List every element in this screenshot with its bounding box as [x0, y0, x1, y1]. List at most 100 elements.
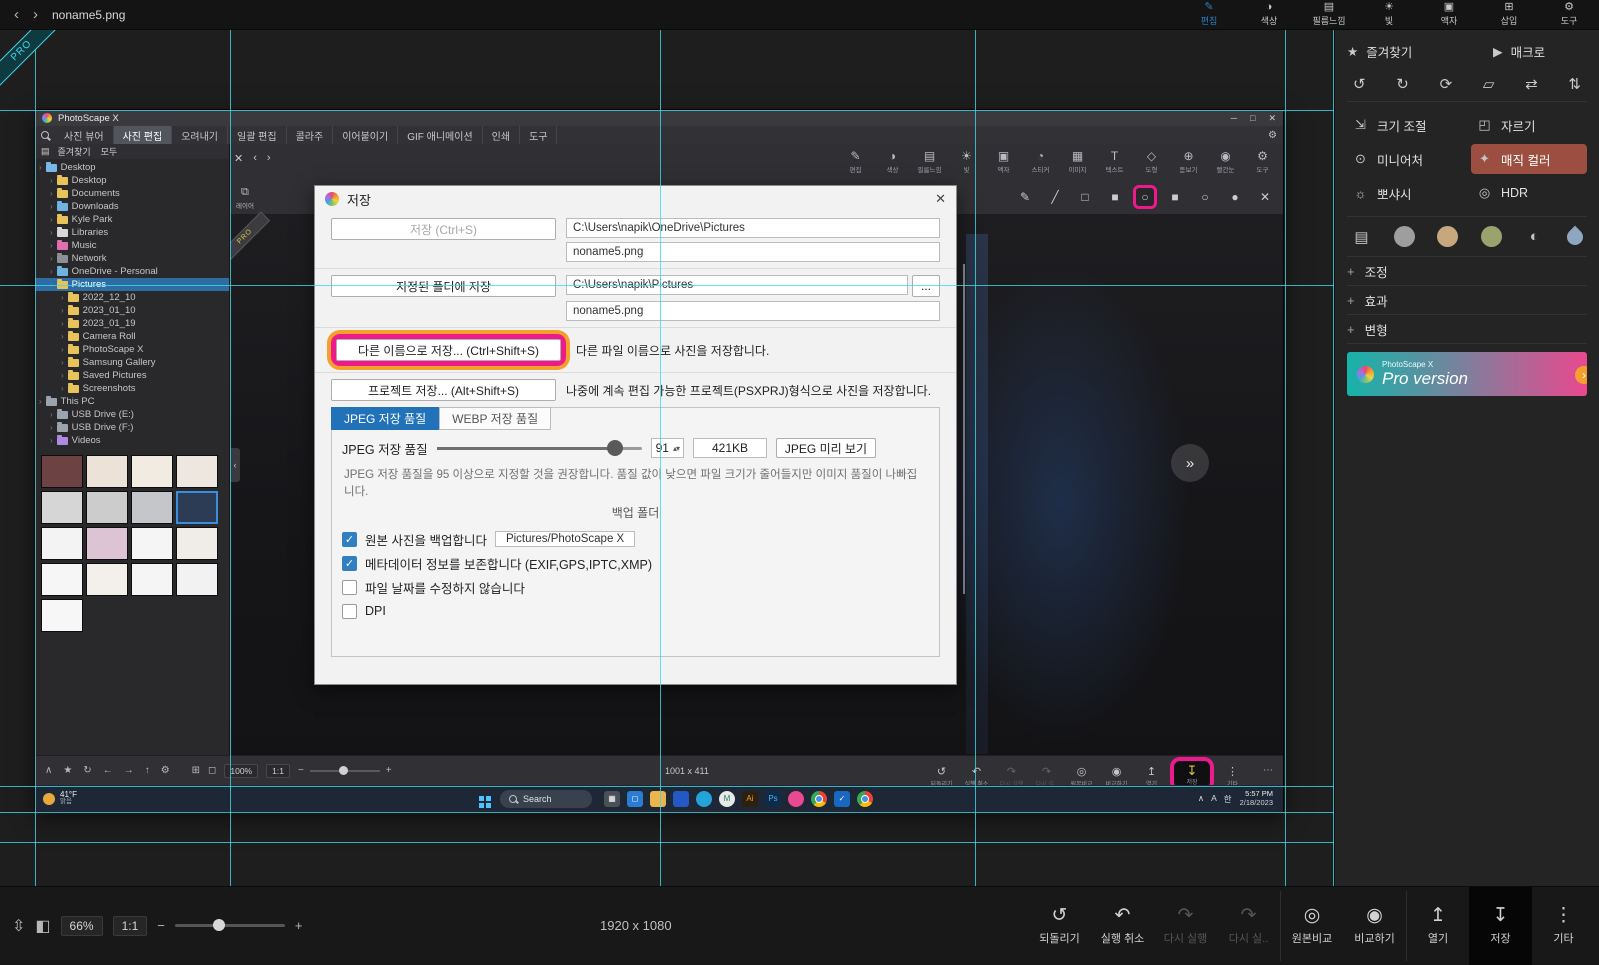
browse-button[interactable]: ... [912, 275, 940, 297]
macro-button[interactable]: ▶ 매크로 [1467, 42, 1587, 61]
bottom-action-button[interactable]: ↷ 다시 실.. [1217, 891, 1280, 961]
layers-button[interactable]: ⧉ 레이어 [236, 186, 254, 210]
expander-icon[interactable]: › [50, 423, 53, 432]
status-nav-icon[interactable]: ∧ [45, 765, 52, 776]
transform-icon[interactable]: ↺ [1353, 75, 1366, 93]
back-icon[interactable]: ‹ [14, 6, 19, 23]
guide-line-vertical[interactable] [230, 30, 231, 886]
editor-mode-tab[interactable]: ⚙ 도구 [1539, 0, 1599, 30]
shape-tool-icon[interactable]: ✕ [1253, 185, 1277, 209]
bottom-action-button[interactable]: ↶ 실행 취소 [1091, 891, 1154, 961]
gear-icon[interactable]: ⚙ [1268, 130, 1277, 141]
inner-menu-tab[interactable]: GIF 애니메이션 [398, 126, 483, 144]
save-as-button[interactable]: 다른 이름으로 저장... (Ctrl+Shift+S) [336, 339, 561, 361]
more-options-icon[interactable]: ⋯ [1263, 765, 1273, 776]
editor-mode-tab[interactable]: ▣ 액자 [1419, 0, 1479, 30]
folder-tree-item[interactable]: › Saved Pictures [35, 369, 229, 382]
inner-menu-tab[interactable]: 사진 편집 [113, 126, 173, 144]
guide-line-horizontal[interactable] [0, 110, 1334, 111]
pro-version-banner[interactable]: PhotoScape X Pro version › [1347, 352, 1587, 396]
sidebar-section-row[interactable]: + 효과 [1347, 286, 1587, 315]
photo-thumbnail[interactable] [41, 527, 83, 560]
expander-icon[interactable]: › [50, 410, 53, 419]
inner-menu-tab[interactable]: 콜라주 [287, 126, 334, 144]
zoom-slider[interactable] [174, 919, 285, 931]
filter-icon[interactable]: ◐ [1524, 226, 1545, 247]
photo-thumbnail[interactable] [131, 563, 173, 596]
expander-icon[interactable]: › [61, 306, 64, 315]
folder-tree-item[interactable]: › 2022_12_10 [35, 291, 229, 304]
taskbar-app-icon[interactable] [856, 790, 873, 807]
inner-menu-tab[interactable]: 오려내기 [172, 126, 228, 144]
checkbox[interactable] [342, 555, 357, 571]
photo-thumbnail[interactable] [86, 527, 128, 560]
nav-icon[interactable]: › [267, 152, 271, 165]
folder-tree-item[interactable]: › Downloads [35, 200, 229, 213]
split-view-icon[interactable]: ◧ [35, 916, 50, 936]
expander-icon[interactable]: › [50, 189, 53, 198]
expander-icon[interactable]: › [50, 228, 53, 237]
jpeg-quality-slider[interactable] [436, 439, 642, 456]
edit-tool-button[interactable]: ☀ 빛 [948, 150, 985, 175]
photo-thumbnail[interactable] [86, 455, 128, 488]
taskbar-weather-widget[interactable]: 41°F 맑음 [35, 791, 77, 806]
taskbar-app-icon[interactable]: ◻ [626, 790, 643, 807]
zoom-out-icon[interactable]: − [298, 765, 304, 776]
editor-mode-tab[interactable]: ▤ 필름느낌 [1299, 0, 1359, 30]
save-to-folder-button[interactable]: 지정된 폴더에 저장 [331, 275, 556, 297]
expander-icon[interactable]: › [61, 371, 64, 380]
bottom-action-button[interactable]: ◎ 원본비교 [1280, 890, 1343, 961]
editor-mode-tab[interactable]: ✎ 편집 [1179, 0, 1239, 30]
shape-tool-icon[interactable]: □ [1073, 185, 1097, 209]
edited-screenshot-image[interactable]: PhotoScape X ─ □ ✕ 사진 뷰어 사진 편집 오려내기 일괄 편집 콜라주 이… [35, 110, 1283, 812]
folder-tree-item[interactable]: › Music [35, 239, 229, 252]
inner-menu-tab[interactable]: 일괄 편집 [228, 126, 287, 144]
chevron-right-icon[interactable]: › [1575, 366, 1587, 384]
zoom-in-icon[interactable]: + [386, 765, 392, 776]
folder-tree-item[interactable]: › 2023_01_10 [35, 304, 229, 317]
photo-thumbnail[interactable] [131, 455, 173, 488]
guide-line-horizontal[interactable] [0, 842, 1334, 843]
zoom-out-icon[interactable]: − [157, 918, 165, 933]
photo-thumbnail[interactable] [131, 527, 173, 560]
taskbar-app-icon[interactable]: ▦ [603, 790, 620, 807]
sidebar-tool-button[interactable]: ◎ HDR [1471, 178, 1587, 208]
nav-icon[interactable]: ‹ [253, 152, 257, 165]
photo-thumbnail[interactable] [86, 491, 128, 524]
shape-tool-icon[interactable]: ○ [1193, 185, 1217, 209]
shape-tool-icon[interactable]: ■ [1163, 185, 1187, 209]
shape-tool-icon[interactable]: ○ [1133, 185, 1157, 209]
edit-tool-button[interactable]: ◔ 스티커 [1022, 150, 1059, 175]
window-control-icon[interactable]: ─ [1231, 113, 1237, 124]
folder-tree-item[interactable]: › Kyle Park [35, 213, 229, 226]
photo-thumbnail[interactable] [176, 455, 218, 488]
expander-icon[interactable]: › [61, 345, 64, 354]
edit-tool-button[interactable]: ◑ 색상 [874, 150, 911, 175]
taskbar-app-icon[interactable]: M [718, 790, 735, 807]
tray-icon[interactable]: 한 [1224, 793, 1232, 805]
editor-canvas[interactable]: PRO PhotoScape X ─ □ ✕ 사진 뷰어 사진 편집 오려내기 일괄 편집… [0, 30, 1334, 886]
expander-icon[interactable]: › [39, 163, 42, 172]
sidebar-section-row[interactable]: + 변형 [1347, 315, 1587, 344]
shape-tool-icon[interactable]: ● [1223, 185, 1247, 209]
guide-line-horizontal[interactable] [0, 786, 1334, 787]
favorites-button[interactable]: ★ 즐겨찾기 [1347, 42, 1467, 61]
folder-tree-item[interactable]: › Samsung Gallery [35, 356, 229, 369]
bottom-action-button[interactable]: ↷ 다시 실행 [1154, 891, 1217, 961]
photo-thumbnail[interactable] [131, 491, 173, 524]
dialog-checkbox-row[interactable]: DPI [342, 599, 929, 623]
filter-icon[interactable] [1480, 226, 1502, 247]
sidebar-tool-button[interactable]: ☼ 뽀샤시 [1347, 178, 1463, 208]
taskbar-app-icon[interactable]: Ps [764, 790, 781, 807]
status-nav-icon[interactable]: ★ [63, 765, 72, 776]
taskbar-app-icon[interactable]: ✓ [833, 790, 850, 807]
save-button[interactable]: 저장 (Ctrl+S) [331, 218, 556, 240]
dialog-checkbox-row[interactable]: 원본 사진을 백업합니다 Pictures/PhotoScape X [342, 527, 929, 551]
guide-line-vertical[interactable] [35, 30, 36, 886]
tray-icon[interactable]: ∧ [1198, 793, 1204, 805]
zoom-level[interactable]: 66% [60, 915, 103, 936]
taskbar-search-box[interactable]: Search [499, 789, 592, 808]
transform-icon[interactable]: ▱ [1483, 75, 1495, 93]
folder-tree-item[interactable]: › Documents [35, 187, 229, 200]
close-icon[interactable]: ✕ [935, 191, 946, 207]
